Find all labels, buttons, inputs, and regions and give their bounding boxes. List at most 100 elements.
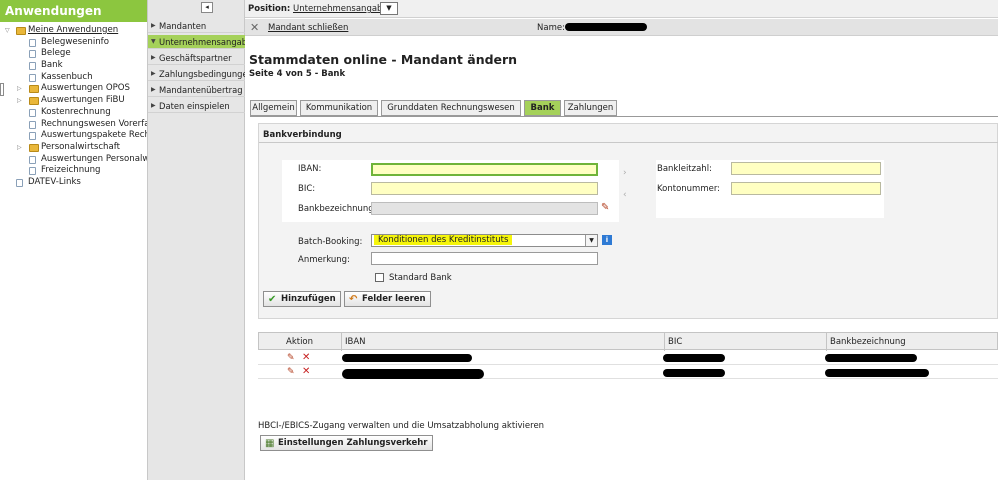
bic-input[interactable] <box>371 182 598 195</box>
tree-item-label: Meine Anwendungen <box>28 25 119 35</box>
edit-pencil-icon[interactable]: ✎ <box>601 202 609 213</box>
tree-item-label: Bank <box>41 60 63 71</box>
applications-header: Anwendungen <box>0 0 147 22</box>
anmerkung-input[interactable] <box>371 252 598 265</box>
tab-bank[interactable]: Bank <box>524 100 561 116</box>
nav-item[interactable]: ▶ Daten einspielen <box>148 99 245 113</box>
tree-item[interactable]: ▽ Meine Anwendungen <box>0 25 147 37</box>
arrow-left-icon[interactable]: ‹ <box>623 190 627 200</box>
tree-item[interactable]: Bank <box>0 60 147 72</box>
position-link[interactable]: Unternehmensangaben <box>293 4 393 14</box>
nav-item[interactable]: ▶ Mandantenübertrag <box>148 83 245 97</box>
tree-item-label: Rechnungswesen Vorerfass <box>41 118 147 129</box>
chevron-right-icon: ▶ <box>151 86 156 93</box>
iban-input[interactable] <box>371 163 598 176</box>
delete-icon[interactable]: ✕ <box>302 352 310 363</box>
bankleitzahl-input[interactable] <box>731 162 881 175</box>
info-icon[interactable]: i <box>602 235 612 245</box>
nav-item[interactable]: ▶ Geschäftspartner <box>148 51 245 65</box>
tree-item[interactable]: ▷ Auswertungen FiBU <box>0 95 147 107</box>
arrow-right-icon[interactable]: › <box>623 168 627 178</box>
tree-item-label: Auswertungen OPOS <box>41 83 131 94</box>
col-divider <box>341 333 342 351</box>
tree-item-label: Kassenbuch <box>41 71 93 82</box>
redacted-bankbezeichnung <box>825 354 917 362</box>
tree-item[interactable]: Rechnungswesen Vorerfass <box>0 119 147 131</box>
close-mandant-link[interactable]: Mandant schließen <box>268 23 348 33</box>
position-dropdown-icon[interactable]: ▼ <box>380 2 398 15</box>
edit-pencil-icon[interactable]: ✎ <box>287 353 295 363</box>
tree-item[interactable]: Kostenrechnung <box>0 107 147 119</box>
nav-item[interactable]: ▼Unternehmensangaben <box>148 35 245 49</box>
clear-fields-button[interactable]: ↶ Felder leeren <box>344 291 431 307</box>
tree-item-label: Auswertungspakete Rechnu <box>41 130 147 141</box>
bankleitzahl-label: Bankleitzahl: <box>657 164 712 174</box>
anmerkung-label: Anmerkung: <box>298 255 350 265</box>
tree-item[interactable]: Freizeichnung <box>0 165 147 177</box>
table-header: Aktion IBAN BIC Bankbezeichnung <box>258 332 998 351</box>
tree-item[interactable]: Belegweseninfo <box>0 37 147 49</box>
nav-item-label: Daten einspielen <box>159 101 230 111</box>
expand-icon[interactable]: ▷ <box>17 142 22 154</box>
expand-icon[interactable]: ▷ <box>17 83 22 95</box>
nav-item-label: Unternehmensangaben <box>159 37 245 47</box>
expand-icon[interactable]: ▷ <box>17 95 22 107</box>
mandant-bar: ✕ Mandant schließen Name: <box>245 19 998 36</box>
nav-item-label: Geschäftspartner <box>159 53 232 63</box>
tree-item[interactable]: ▷ Personalwirtschaft <box>0 142 147 154</box>
batch-booking-select[interactable]: Konditionen des Kreditinstituts ▼ <box>371 234 598 247</box>
redacted-name <box>565 23 647 31</box>
chevron-right-icon: ▶ <box>151 54 156 61</box>
tree-item[interactable]: ▷ Auswertungen OPOS <box>0 83 147 95</box>
tree-item[interactable]: Belege <box>0 48 147 60</box>
nav-item[interactable]: ▶ Zahlungsbedingungen <box>148 67 245 81</box>
tree-item[interactable]: Auswertungen Personalwirt <box>0 154 147 166</box>
col-divider <box>664 333 665 351</box>
tree-item[interactable]: Auswertungspakete Rechnu <box>0 130 147 142</box>
section-divider <box>259 142 998 143</box>
tree-item-label: Belegweseninfo <box>41 36 109 47</box>
delete-icon[interactable]: ✕ <box>302 366 310 377</box>
tab-kommunikation[interactable]: Kommunikation <box>300 100 378 116</box>
clear-fields-button-label: Felder leeren <box>362 294 426 304</box>
nav-item-label: Mandanten <box>159 21 207 31</box>
position-label: Position: <box>248 4 291 14</box>
tab-zahlungen[interactable]: Zahlungen <box>564 100 617 116</box>
redacted-bankbezeichnung <box>825 369 929 377</box>
chevron-right-icon: ▶ <box>151 22 156 29</box>
tab-allgemein[interactable]: Allgemein <box>250 100 297 116</box>
nav-item-label: Zahlungsbedingungen <box>159 69 245 79</box>
kontonummer-input[interactable] <box>731 182 881 195</box>
document-icon <box>29 108 36 117</box>
tree-item[interactable]: Kassenbuch <box>0 72 147 84</box>
table-row[interactable]: ✎ ✕ <box>258 351 998 365</box>
tree-item-label: Auswertungen Personalwirt <box>41 153 147 164</box>
batch-booking-value: Konditionen des Kreditinstituts <box>374 235 513 245</box>
edit-pencil-icon[interactable]: ✎ <box>287 367 295 377</box>
close-icon[interactable]: ✕ <box>250 21 259 34</box>
collapse-icon[interactable]: ▽ <box>5 25 10 37</box>
add-button[interactable]: ✔ Hinzufügen <box>263 291 341 307</box>
hbci-info-text: HBCI-/EBICS-Zugang verwalten und die Ums… <box>258 421 545 431</box>
document-icon <box>29 62 36 71</box>
nav-item[interactable]: ▶ Mandanten <box>148 19 245 33</box>
tab-grunddaten[interactable]: Grunddaten Rechnungswesen <box>381 100 521 116</box>
settings-payment-button[interactable]: ▦ Einstellungen Zahlungsverkehr <box>260 435 433 451</box>
collapse-panel-icon[interactable]: ◂ <box>201 2 213 13</box>
kontonummer-label: Kontonummer: <box>657 184 721 194</box>
mandant-name-label: Name: <box>537 23 565 33</box>
tab-divider <box>250 116 998 117</box>
bankverbindung-section: Bankverbindung IBAN: BIC: Bankbezeichnun… <box>258 123 998 319</box>
position-bar: Position: Unternehmensangaben ▼ <box>245 0 998 18</box>
chevron-down-icon[interactable]: ▼ <box>585 235 597 246</box>
col-aktion: Aktion <box>286 337 314 347</box>
bankbezeichnung-label: Bankbezeichnung: <box>298 204 377 214</box>
standard-bank-checkbox[interactable] <box>375 273 384 282</box>
table-row[interactable]: ✎ ✕ <box>258 365 998 379</box>
folder-icon <box>16 27 26 35</box>
tree-item[interactable]: DATEV-Links <box>0 177 147 189</box>
section-nav: ◂ ▶Mandanten▼Unternehmensangaben▶Geschäf… <box>148 0 245 480</box>
col-bankbezeichnung: Bankbezeichnung <box>830 337 906 347</box>
document-icon <box>29 155 36 164</box>
document-icon <box>29 120 36 129</box>
